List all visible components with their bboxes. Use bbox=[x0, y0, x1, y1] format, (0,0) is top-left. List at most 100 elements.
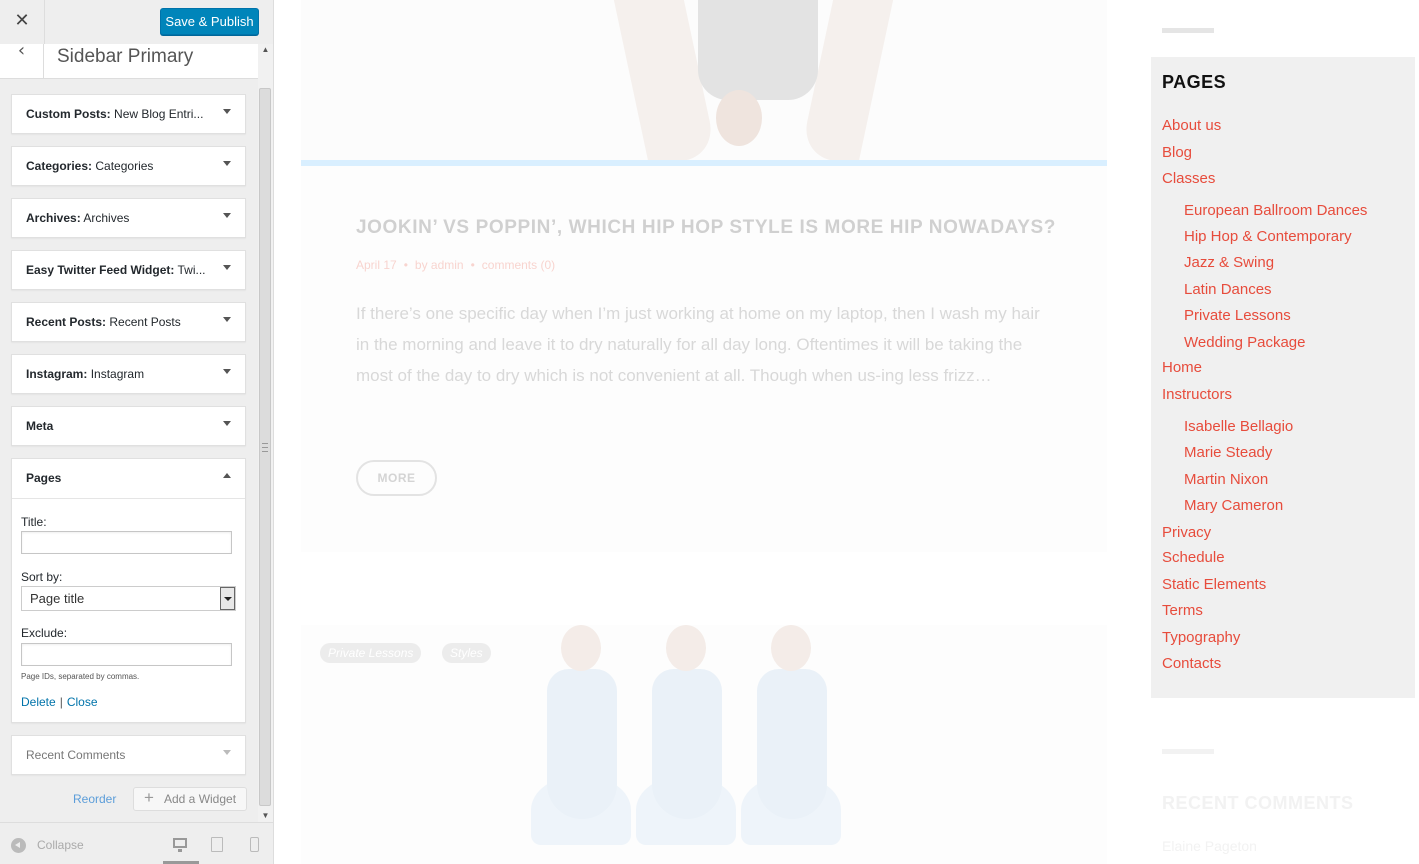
page-link-home[interactable]: Home bbox=[1162, 359, 1202, 376]
close-icon[interactable]: ✕ bbox=[0, 0, 45, 44]
page-link-blog[interactable]: Blog bbox=[1162, 144, 1192, 161]
page-link-terms[interactable]: Terms bbox=[1162, 602, 1203, 619]
widget-title: Meta bbox=[26, 419, 53, 433]
widget-title: Instagram: Instagram bbox=[26, 367, 144, 381]
save-publish-button[interactable]: Save & Publish bbox=[160, 8, 259, 35]
desktop-preview-icon[interactable] bbox=[173, 838, 187, 852]
post-image[interactable] bbox=[636, 625, 736, 864]
widget-type: Recent Posts: bbox=[26, 315, 107, 329]
tablet-preview-icon[interactable] bbox=[211, 837, 223, 852]
back-arrow-icon[interactable]: ‹ bbox=[0, 44, 44, 79]
widget-archives[interactable]: Archives: Archives bbox=[11, 198, 246, 238]
divider bbox=[12, 498, 245, 499]
widget-twitter-feed[interactable]: Easy Twitter Feed Widget: Twi... bbox=[11, 250, 246, 290]
collapse-arrow-icon[interactable] bbox=[223, 473, 231, 478]
widget-title[interactable]: Pages bbox=[26, 471, 61, 485]
post-title[interactable]: JOOKIN’ VS POPPIN’, WHICH HIP HOP STYLE … bbox=[356, 217, 1056, 239]
pages-widget-title: PAGES bbox=[1162, 72, 1227, 92]
scroll-down-icon[interactable]: ▼ bbox=[258, 810, 273, 822]
post-image[interactable] bbox=[741, 625, 841, 864]
widget-categories[interactable]: Categories: Categories bbox=[11, 146, 246, 186]
image-shape bbox=[757, 669, 827, 819]
page-link-isabelle-bellagio[interactable]: Isabelle Bellagio bbox=[1184, 418, 1293, 435]
reorder-link[interactable]: Reorder bbox=[73, 792, 116, 806]
page-link-about-us[interactable]: About us bbox=[1162, 117, 1221, 134]
widget-type: Meta bbox=[26, 419, 54, 433]
widget-title: Archives: Archives bbox=[26, 211, 129, 225]
page-link-private-lessons[interactable]: Private Lessons bbox=[1184, 307, 1291, 324]
exclude-input[interactable] bbox=[21, 643, 232, 666]
page-link-privacy[interactable]: Privacy bbox=[1162, 524, 1211, 541]
image-shape bbox=[561, 625, 601, 671]
widget-name: Archives bbox=[83, 211, 130, 225]
sortby-select[interactable]: Page title bbox=[21, 586, 236, 611]
image-accent-bar bbox=[301, 160, 1107, 166]
page-link-schedule[interactable]: Schedule bbox=[1162, 549, 1225, 566]
page-link-typography[interactable]: Typography bbox=[1162, 629, 1240, 646]
pages-widget: PAGES About us Blog Classes European Bal… bbox=[1151, 57, 1415, 698]
expand-arrow-icon[interactable] bbox=[223, 317, 231, 322]
tag-private-lessons[interactable]: Private Lessons bbox=[320, 643, 422, 663]
page-link-static-elements[interactable]: Static Elements bbox=[1162, 576, 1266, 593]
widget-custom-posts[interactable]: Custom Posts: New Blog Entri... bbox=[11, 94, 246, 134]
widget-type: Recent Comments bbox=[26, 748, 126, 762]
grip-icon bbox=[262, 443, 268, 452]
expand-arrow-icon[interactable] bbox=[223, 750, 231, 755]
expand-arrow-icon[interactable] bbox=[223, 213, 231, 218]
widget-meta[interactable]: Meta bbox=[11, 406, 246, 446]
add-widget-button[interactable]: + Add a Widget bbox=[133, 787, 247, 811]
page-link-classes[interactable]: Classes bbox=[1162, 170, 1215, 187]
scrollbar[interactable]: ▲ ▼ bbox=[258, 44, 273, 822]
image-shape bbox=[547, 669, 617, 819]
image-shape bbox=[652, 669, 722, 819]
close-link[interactable]: Close bbox=[67, 695, 98, 709]
expand-arrow-icon[interactable] bbox=[223, 369, 231, 374]
post-date[interactable]: April 17 bbox=[356, 258, 397, 272]
widget-recent-comments[interactable]: Recent Comments bbox=[11, 735, 246, 775]
section-title: Sidebar Primary bbox=[57, 46, 194, 67]
page-link-european-ballroom[interactable]: European Ballroom Dances bbox=[1184, 202, 1367, 219]
widget-type: Pages bbox=[26, 471, 62, 485]
meta-separator: • bbox=[403, 258, 408, 272]
page-link-jazz-swing[interactable]: Jazz & Swing bbox=[1184, 254, 1274, 271]
collapse-icon[interactable] bbox=[11, 838, 26, 853]
tag-styles[interactable]: Styles bbox=[442, 643, 491, 663]
page-link-marie-steady[interactable]: Marie Steady bbox=[1184, 444, 1272, 461]
more-button[interactable]: MORE bbox=[356, 460, 437, 496]
dropdown-arrow-icon[interactable] bbox=[220, 587, 235, 610]
scrollbar-thumb[interactable] bbox=[259, 88, 271, 806]
widget-instagram[interactable]: Instagram: Instagram bbox=[11, 354, 246, 394]
widget-pages: Pages Title: Sort by: Page title Exclude… bbox=[11, 458, 246, 723]
mobile-preview-icon[interactable] bbox=[250, 837, 259, 852]
expand-arrow-icon[interactable] bbox=[223, 161, 231, 166]
post-meta: April 17 • by admin • comments (0) bbox=[356, 258, 555, 272]
expand-arrow-icon[interactable] bbox=[223, 265, 231, 270]
page-link-contacts[interactable]: Contacts bbox=[1162, 655, 1221, 672]
widget-name: New Blog Entri... bbox=[114, 107, 204, 121]
title-input[interactable] bbox=[21, 531, 232, 554]
recent-comment-item[interactable]: Elaine Pageton bbox=[1162, 838, 1257, 854]
post-comments[interactable]: comments (0) bbox=[482, 258, 555, 272]
expand-arrow-icon[interactable] bbox=[223, 109, 231, 114]
page-link-mary-cameron[interactable]: Mary Cameron bbox=[1184, 497, 1283, 514]
expand-arrow-icon[interactable] bbox=[223, 421, 231, 426]
page-link-hip-hop[interactable]: Hip Hop & Contemporary bbox=[1184, 228, 1352, 245]
plus-icon: + bbox=[144, 788, 154, 807]
collapse-button[interactable]: Collapse bbox=[37, 838, 84, 852]
customizer-scroll-area: ‹ Sidebar Primary Custom Posts: New Blog… bbox=[0, 44, 273, 822]
widget-type: Easy Twitter Feed Widget: bbox=[26, 263, 175, 277]
page-link-martin-nixon[interactable]: Martin Nixon bbox=[1184, 471, 1268, 488]
page-link-wedding-package[interactable]: Wedding Package bbox=[1184, 334, 1305, 351]
page-link-latin-dances[interactable]: Latin Dances bbox=[1184, 281, 1272, 298]
scroll-up-icon[interactable]: ▲ bbox=[258, 44, 273, 56]
post-image[interactable] bbox=[531, 625, 631, 864]
widget-name: Twi... bbox=[177, 263, 206, 277]
widget-recent-posts[interactable]: Recent Posts: Recent Posts bbox=[11, 302, 246, 342]
post-featured-image[interactable] bbox=[301, 0, 1107, 161]
post-excerpt: If there’s one specific day when I’m jus… bbox=[356, 304, 1040, 385]
meta-separator: • bbox=[470, 258, 475, 272]
page-link-instructors[interactable]: Instructors bbox=[1162, 386, 1232, 403]
widget-divider bbox=[1162, 28, 1214, 33]
post-author[interactable]: by admin bbox=[415, 258, 464, 272]
delete-link[interactable]: Delete bbox=[21, 695, 56, 709]
